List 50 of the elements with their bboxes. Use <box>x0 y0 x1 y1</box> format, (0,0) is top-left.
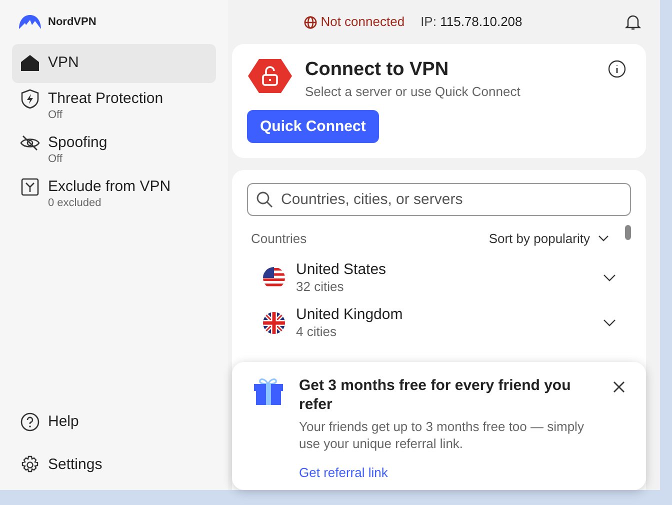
search-icon <box>256 191 273 208</box>
referral-link[interactable]: Get referral link <box>299 463 388 482</box>
sort-dropdown[interactable]: Sort by popularity <box>488 229 609 248</box>
ip-address: 115.78.10.208 <box>440 14 522 30</box>
sidebar-item[interactable]: Threat Protection Off <box>12 85 216 127</box>
shield-icon <box>20 89 40 109</box>
item-status: Off <box>48 109 64 121</box>
sidebar-item[interactable]: VPN <box>12 44 216 83</box>
crossed-eye-icon <box>20 133 40 153</box>
list-heading: Countries <box>251 230 307 248</box>
ip-label: IP: <box>420 14 436 30</box>
chevron-down-icon[interactable] <box>603 274 616 282</box>
popup-title: Get 3 months free for every friend you refer <box>299 376 572 414</box>
help-icon <box>20 412 40 432</box>
item-label: Spoofing <box>48 133 108 153</box>
sidebar-link[interactable]: Settings <box>20 454 102 476</box>
close-icon[interactable] <box>613 381 625 393</box>
scrollbar-thumb[interactable] <box>625 225 631 240</box>
card-title: Connect to VPN <box>305 58 450 82</box>
country-row[interactable]: United States 32 cities <box>247 256 631 300</box>
chevron-down-icon[interactable] <box>603 319 616 327</box>
country-name: United Kingdom <box>296 306 404 324</box>
country-row[interactable]: United Kingdom 4 cities <box>247 300 631 346</box>
chevron-down-icon <box>598 235 609 242</box>
item-status: 0 excluded <box>48 197 102 209</box>
app-name: NordVPN <box>48 14 96 30</box>
gift-icon <box>252 376 285 406</box>
notification-bell-icon[interactable] <box>624 13 642 31</box>
popup-body: Your friends get up to 3 months free too — simply use your unique referral link. <box>299 418 585 452</box>
city-count: 4 cities <box>296 324 338 340</box>
city-count: 32 cities <box>296 279 345 295</box>
country-name: United States <box>296 261 388 279</box>
quick-connect-button[interactable]: Quick Connect <box>247 110 379 144</box>
search-field[interactable]: Countries, cities, or servers <box>247 183 631 216</box>
connection-status: Not connected <box>320 13 405 32</box>
house-icon <box>20 53 40 73</box>
sidebar-item[interactable]: Exclude from VPN 0 excluded <box>12 173 216 215</box>
globe-icon <box>304 16 317 28</box>
card-subtitle: Select a server or use Quick Connect <box>305 82 522 101</box>
sidebar-link[interactable]: Help <box>20 411 79 434</box>
info-icon[interactable] <box>608 60 626 78</box>
item-label: Threat Protection <box>48 89 164 109</box>
item-status: Off <box>48 153 64 165</box>
flag-icon <box>262 311 286 335</box>
logo-icon <box>18 14 42 30</box>
item-label: Exclude from VPN <box>48 177 171 197</box>
settings-icon <box>20 454 40 475</box>
item-label: VPN <box>48 53 79 73</box>
sidebar-item[interactable]: Spoofing Off <box>12 129 216 171</box>
unlocked-padlock-icon <box>247 58 293 94</box>
